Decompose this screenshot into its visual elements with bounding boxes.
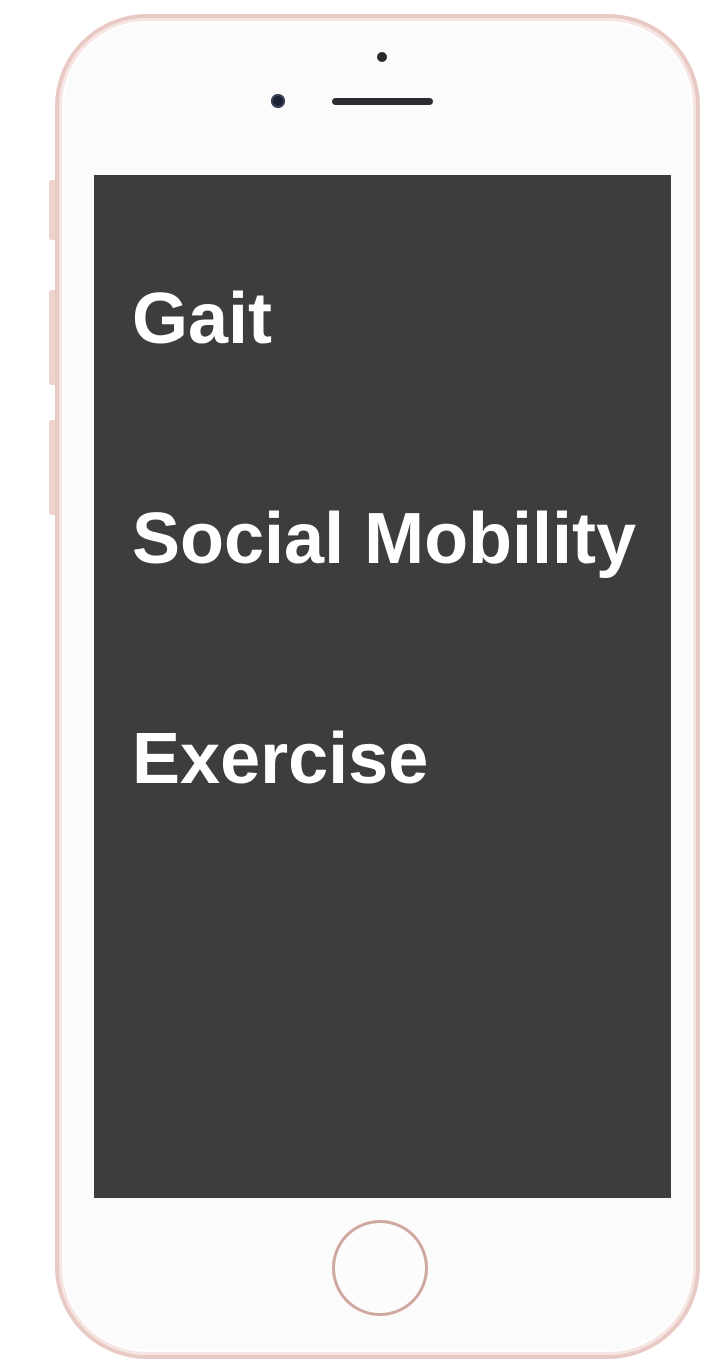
- menu-item-social-mobility[interactable]: Social Mobility: [132, 491, 641, 587]
- earpiece-speaker-icon: [332, 98, 433, 105]
- menu-item-exercise[interactable]: Exercise: [132, 711, 641, 807]
- phone-screen: Gait Social Mobility Exercise: [94, 175, 671, 1198]
- front-camera-icon: [271, 94, 285, 108]
- proximity-sensor-icon: [377, 52, 387, 62]
- menu-list: Gait Social Mobility Exercise: [132, 271, 641, 807]
- home-button-icon[interactable]: [332, 1220, 428, 1316]
- menu-item-gait[interactable]: Gait: [132, 271, 641, 367]
- phone-mockup: Gait Social Mobility Exercise: [0, 0, 702, 1361]
